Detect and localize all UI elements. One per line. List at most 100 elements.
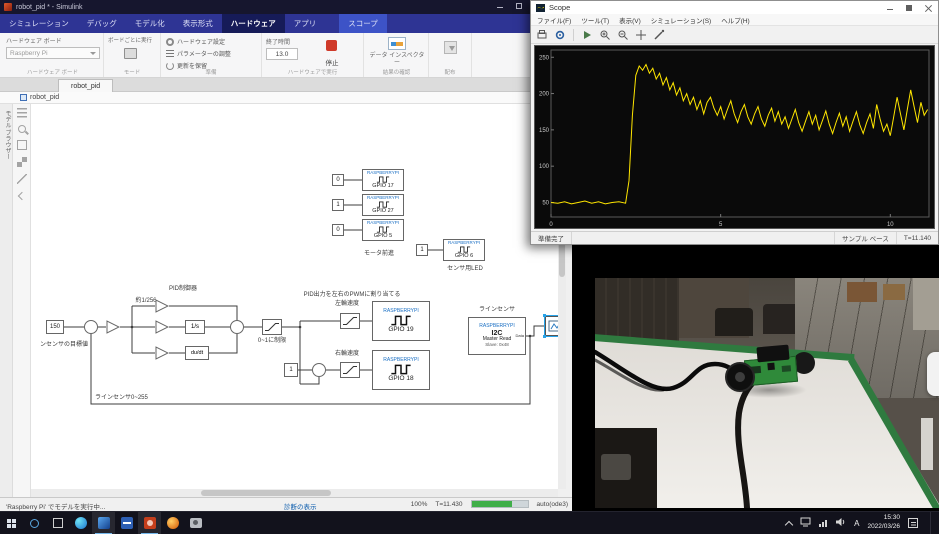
constant-block[interactable]: 1 bbox=[416, 244, 428, 256]
breadcrumb[interactable]: robot_pid bbox=[0, 92, 572, 104]
gpio6-block[interactable]: RASPBERRYPI GPIO 6 bbox=[443, 239, 485, 261]
show-desktop-button[interactable] bbox=[930, 512, 933, 534]
menu-view[interactable]: 表示(V) bbox=[619, 15, 641, 25]
derivative-block[interactable]: du/dt bbox=[185, 346, 209, 360]
model-canvas[interactable]: 0 RASPBERRYPI GPIO 17 1 RASPBERRYPI GPIO… bbox=[31, 104, 558, 489]
ribbon-group-mode: ボードごとに実行 モード bbox=[104, 33, 161, 77]
tab-simulation[interactable]: シミュレーション bbox=[0, 14, 78, 33]
brush-icon[interactable] bbox=[652, 28, 666, 42]
menu-simulation[interactable]: シミュレーション(S) bbox=[651, 15, 711, 25]
pan-icon[interactable] bbox=[634, 28, 648, 42]
maximize-icon[interactable] bbox=[515, 2, 523, 10]
taskbar-app-camera[interactable] bbox=[184, 512, 207, 534]
run-on-board-button[interactable]: ボードごとに実行 bbox=[108, 36, 152, 44]
target-constant-block[interactable]: 150 bbox=[46, 320, 64, 334]
hardware-board-select[interactable]: Raspberry Pi bbox=[6, 47, 100, 59]
sum-block[interactable] bbox=[230, 320, 244, 334]
scope-plot-area[interactable]: 501001502002500510 bbox=[534, 45, 935, 229]
menu-file[interactable]: ファイル(F) bbox=[537, 15, 571, 25]
sensor-led-label: センサ用LED bbox=[437, 266, 493, 273]
deploy-icon[interactable] bbox=[444, 41, 457, 54]
clock[interactable]: 15:30 2022/03/26 bbox=[867, 514, 900, 532]
gpio27-block[interactable]: RASPBERRYPI GPIO 27 bbox=[362, 194, 404, 216]
constant-block[interactable]: 1 bbox=[332, 199, 344, 211]
diagnostics-link[interactable]: 診断の表示 bbox=[284, 501, 317, 511]
overlay-bubble-button[interactable] bbox=[927, 352, 939, 396]
minimize-icon[interactable] bbox=[496, 2, 504, 10]
network-signal-icon[interactable] bbox=[819, 520, 827, 527]
hardware-settings-button[interactable]: ハードウェア設定 bbox=[166, 37, 225, 46]
taskbar-app-powerpoint[interactable] bbox=[138, 512, 161, 534]
wheel-hub bbox=[735, 372, 745, 382]
play-icon[interactable] bbox=[580, 28, 594, 42]
zoom-icon[interactable] bbox=[18, 125, 26, 133]
taskbar-app-edge[interactable] bbox=[69, 512, 92, 534]
svg-text:0: 0 bbox=[549, 222, 553, 228]
ime-indicator[interactable]: A bbox=[854, 519, 859, 528]
saturation-block[interactable] bbox=[340, 362, 360, 378]
taskbar-app-simulink[interactable] bbox=[92, 512, 115, 534]
tab-scope-contextual[interactable]: スコープ bbox=[339, 14, 387, 33]
data-inspector-button[interactable]: データ インスペクター bbox=[367, 53, 427, 67]
search-button[interactable] bbox=[23, 512, 46, 534]
close-icon[interactable] bbox=[924, 4, 932, 12]
pwm-left-block[interactable]: RASPBERRYPI GPIO 19 bbox=[372, 301, 430, 341]
i-gain-block[interactable] bbox=[155, 320, 169, 334]
menu-tools[interactable]: ツール(T) bbox=[581, 15, 609, 25]
tray-chevron-icon[interactable] bbox=[785, 520, 793, 528]
print-icon[interactable] bbox=[535, 28, 549, 42]
collapse-icon[interactable] bbox=[17, 192, 25, 200]
minimize-icon[interactable] bbox=[886, 4, 894, 12]
tab-debug[interactable]: デバッグ bbox=[78, 14, 126, 33]
zoom-out-icon[interactable] bbox=[616, 28, 630, 42]
taskbar-app-firefox[interactable] bbox=[161, 512, 184, 534]
model-browser-collapsed-tab[interactable]: モデル ブラウザー bbox=[0, 104, 13, 497]
scope-block-selected[interactable] bbox=[545, 316, 558, 336]
start-button[interactable] bbox=[0, 512, 23, 534]
task-view-button[interactable] bbox=[46, 512, 69, 534]
tab-modeling[interactable]: モデル化 bbox=[126, 14, 174, 33]
pwm-right-block[interactable]: RASPBERRYPI GPIO 18 bbox=[372, 350, 430, 390]
fit-view-icon[interactable] bbox=[17, 140, 27, 150]
canvas-horizontal-scrollbar[interactable] bbox=[31, 489, 558, 497]
square-wave-icon bbox=[376, 201, 390, 208]
monitor-icon[interactable] bbox=[800, 514, 811, 532]
tab-apps[interactable]: アプリ bbox=[285, 14, 326, 33]
constant-block[interactable]: 0 bbox=[332, 174, 344, 186]
settings-gear-icon[interactable] bbox=[553, 28, 567, 42]
stop-time-field[interactable]: 13.0 bbox=[266, 48, 298, 60]
speaker-icon[interactable] bbox=[835, 514, 846, 532]
taskbar-app-word[interactable] bbox=[115, 512, 138, 534]
gpio17-block[interactable]: RASPBERRYPI GPIO 17 bbox=[362, 169, 404, 191]
offset-constant-block[interactable]: 1 bbox=[284, 363, 298, 377]
powerpoint-app-icon bbox=[144, 517, 156, 529]
data-inspector-icon[interactable] bbox=[388, 37, 406, 50]
gain-block[interactable] bbox=[106, 320, 120, 334]
library-icon[interactable] bbox=[17, 157, 27, 167]
i2c-master-read-block[interactable]: RASPBERRYPI I2C Master Read Slave: 0x48 … bbox=[468, 317, 526, 355]
tune-parameters-button[interactable]: パラメーターの調整 bbox=[166, 49, 231, 58]
d-gain-block[interactable] bbox=[155, 346, 169, 360]
action-center-icon[interactable] bbox=[908, 518, 918, 528]
board-chip-icon[interactable] bbox=[124, 48, 137, 59]
scope-window-controls bbox=[886, 4, 932, 12]
gpio5-block[interactable]: RASPBERRYPI GPIO 5 bbox=[362, 219, 404, 241]
document-tab-robot-pid[interactable]: robot_pid bbox=[58, 79, 113, 92]
zoom-in-icon[interactable] bbox=[598, 28, 612, 42]
p-gain-block[interactable] bbox=[155, 299, 169, 313]
stop-button[interactable]: 停止 bbox=[318, 57, 346, 67]
ribbon-tab-bar: シミュレーション デバッグ モデル化 表示形式 ハードウェア アプリ スコープ bbox=[0, 14, 572, 33]
sum-block[interactable] bbox=[312, 363, 326, 377]
maximize-icon[interactable] bbox=[905, 4, 913, 12]
stop-icon[interactable] bbox=[326, 40, 337, 51]
menu-help[interactable]: ヘルプ(H) bbox=[721, 15, 750, 25]
tab-format[interactable]: 表示形式 bbox=[174, 14, 222, 33]
tab-hardware[interactable]: ハードウェア bbox=[222, 14, 285, 33]
annotation-icon[interactable] bbox=[17, 174, 27, 184]
integrator-block[interactable]: 1/s bbox=[185, 320, 205, 334]
sum-block[interactable] bbox=[84, 320, 98, 334]
saturation-block[interactable] bbox=[340, 313, 360, 329]
constant-block[interactable]: 0 bbox=[332, 224, 344, 236]
saturation-block[interactable] bbox=[262, 319, 282, 335]
browser-toggle-icon[interactable] bbox=[17, 108, 27, 118]
